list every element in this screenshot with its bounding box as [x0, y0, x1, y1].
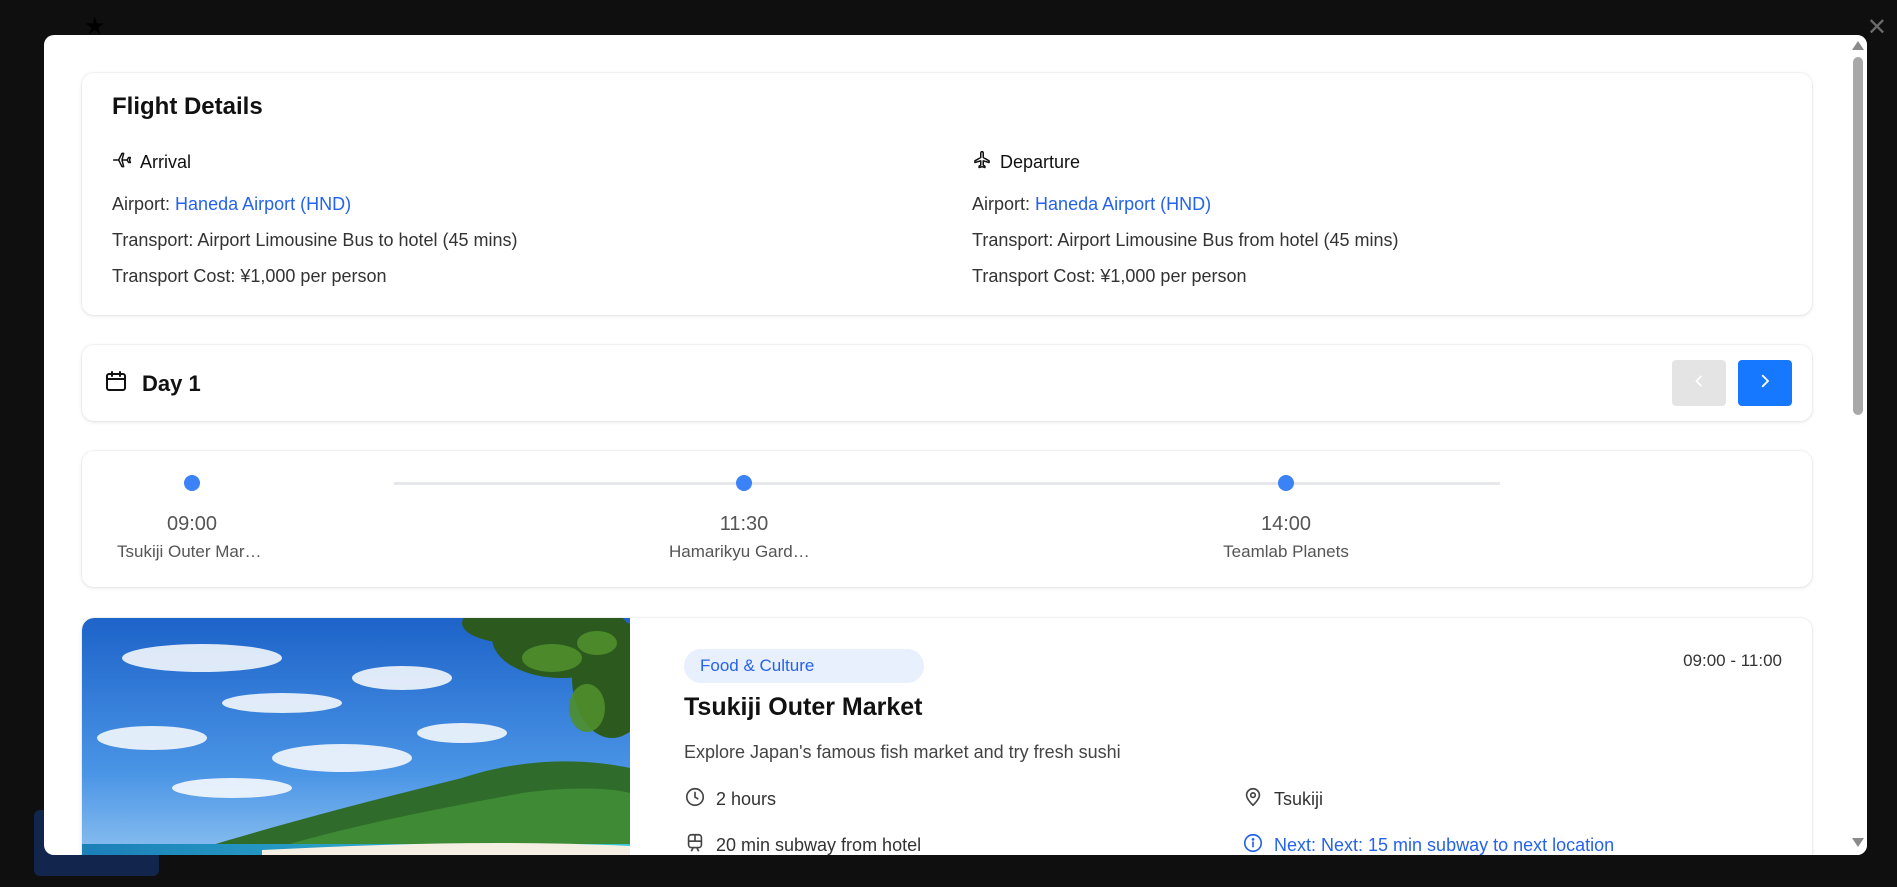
arrival-airport: Airport: Haneda Airport (HND)	[112, 194, 352, 214]
timeline-stop[interactable]: 11:30 Hamarikyu Gardens	[654, 475, 834, 562]
chevron-left-icon	[1691, 373, 1707, 394]
activity-time-range: 09:00 - 11:00	[1683, 651, 1782, 670]
departure-cost: Transport Cost: ¥1,000 per person	[972, 266, 1247, 286]
timeline-stop-time: 09:00	[166, 513, 218, 535]
timeline-stop[interactable]: 09:00 Tsukiji Outer Market	[102, 475, 282, 562]
arrival-column: Arrival Airport: Haneda Airport (HND) Tr…	[112, 149, 518, 287]
day-header-card: Day 1	[82, 345, 1812, 421]
scroll-down-icon[interactable]	[1852, 838, 1864, 847]
timeline-dot	[184, 475, 200, 491]
activity-location: Tsukiji	[1242, 786, 1323, 813]
activity-transit: 20 min subway from hotel	[684, 832, 921, 855]
timeline-stop[interactable]: 14:00 Teamlab Planets	[1196, 475, 1376, 562]
plane-takeoff-icon	[972, 150, 992, 175]
activity-title: Tsukiji Outer Market	[684, 693, 923, 721]
day-title: Day 1	[142, 370, 201, 396]
previous-day-button[interactable]	[1672, 360, 1726, 406]
train-icon	[684, 832, 706, 855]
activity-card: Food & Culture 09:00 - 11:00 Tsukiji Out…	[82, 618, 1812, 855]
flight-details-card: Flight Details Arrival Airport: Haneda A…	[82, 73, 1812, 315]
departure-transport: Transport: Airport Limousine Bus from ho…	[972, 230, 1399, 250]
itinerary-modal: Flight Details Arrival Airport: Haneda A…	[44, 35, 1867, 855]
flight-details-title: Flight Details	[112, 93, 263, 120]
arrival-transport: Transport: Airport Limousine Bus to hote…	[112, 230, 518, 250]
activity-duration: 2 hours	[684, 786, 776, 813]
next-location-info[interactable]: Next: Next: 15 min subway to next locati…	[1242, 832, 1614, 855]
timeline-stop-name: Teamlab Planets	[1223, 542, 1349, 561]
departure-column: Departure Airport: Haneda Airport (HND) …	[972, 149, 1399, 287]
timeline-stop-time: 11:30	[719, 513, 769, 535]
modal-scrollbar[interactable]	[1849, 35, 1867, 855]
departure-airport: Airport: Haneda Airport (HND)	[972, 194, 1212, 214]
next-day-button[interactable]	[1738, 360, 1792, 406]
arrival-cost: Transport Cost: ¥1,000 per person	[112, 266, 387, 286]
scroll-up-icon[interactable]	[1852, 41, 1864, 50]
departure-airport-link[interactable]: Haneda Airport (HND)	[1035, 194, 1211, 214]
category-tag: Food & Culture	[684, 649, 924, 683]
arrival-airport-link[interactable]: Haneda Airport (HND)	[175, 194, 351, 214]
timeline-stop-name: Tsukiji Outer Market	[117, 542, 267, 561]
activity-image	[82, 618, 630, 855]
timeline-dot	[1278, 475, 1294, 491]
departure-label: Departure	[1000, 151, 1081, 172]
close-icon[interactable]: ✕	[1867, 16, 1887, 40]
map-pin-icon	[1242, 786, 1264, 813]
plane-landing-icon	[112, 150, 132, 175]
scroll-thumb[interactable]	[1853, 57, 1863, 415]
timeline-stop-name: Hamarikyu Gardens	[669, 542, 819, 561]
timeline-stop-time: 14:00	[1260, 513, 1312, 535]
calendar-icon	[104, 369, 128, 398]
info-icon	[1242, 832, 1264, 855]
arrival-label: Arrival	[140, 151, 192, 172]
activity-description: Explore Japan's famous fish market and t…	[684, 742, 1121, 762]
clock-icon	[684, 786, 706, 813]
timeline-dot	[736, 475, 752, 491]
day-timeline-card: 09:00 Tsukiji Outer Market 11:30 Hamarik…	[82, 451, 1812, 587]
chevron-right-icon	[1756, 372, 1774, 395]
